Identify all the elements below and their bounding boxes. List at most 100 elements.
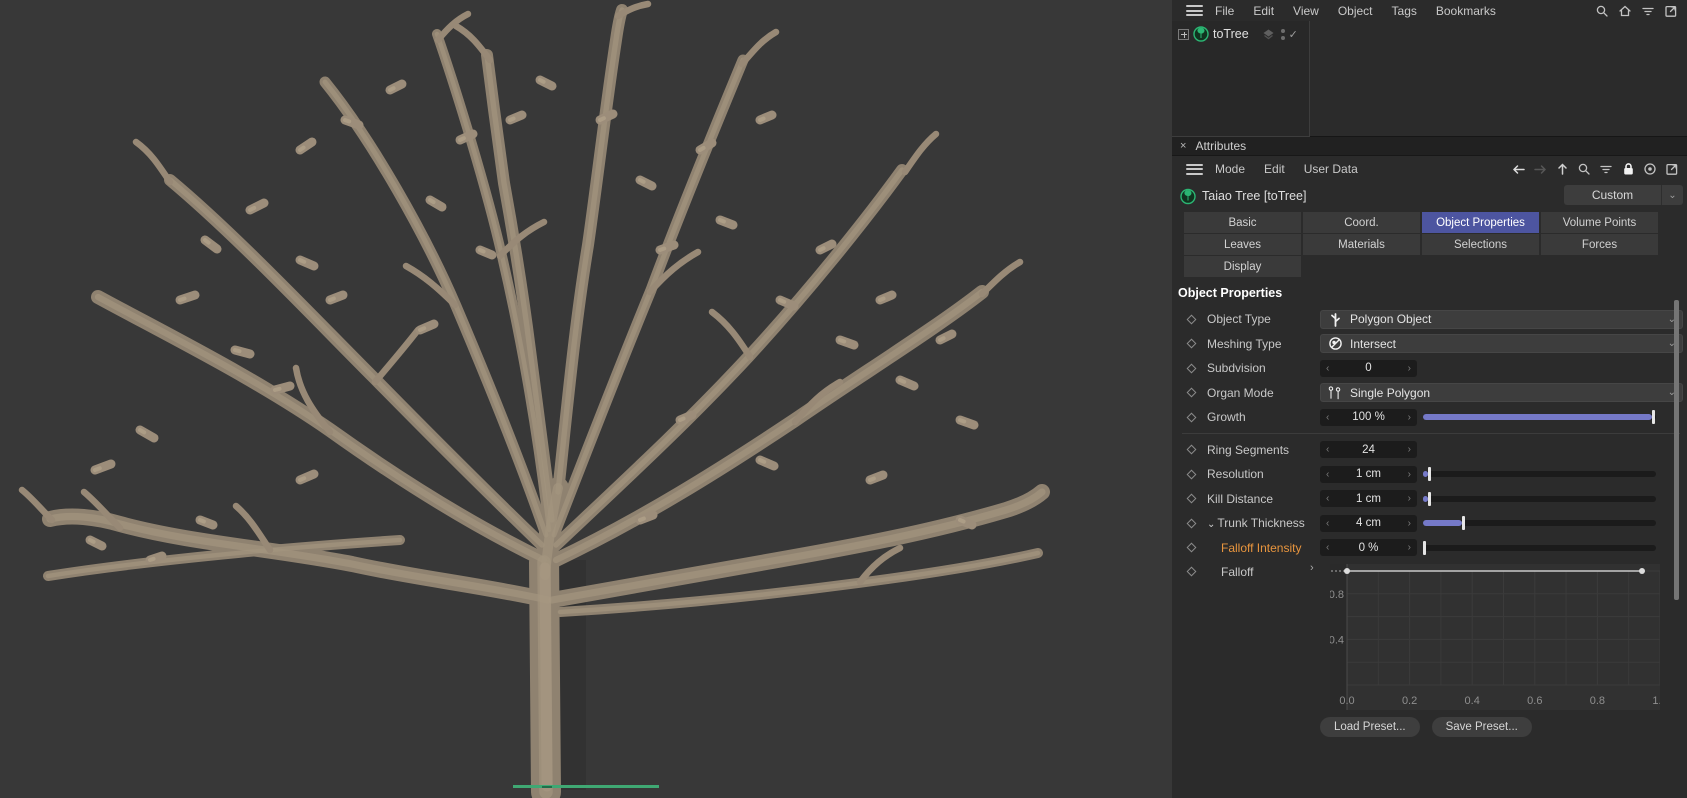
home-icon[interactable]	[1617, 3, 1633, 19]
spinner-falloff-intensity[interactable]: ‹ 0 % ›	[1320, 539, 1417, 556]
spinner-increment[interactable]: ›	[1408, 518, 1411, 529]
spinner-growth[interactable]: ‹ 100 % ›	[1320, 409, 1417, 426]
spinner-resolution[interactable]: ‹ 1 cm ›	[1320, 466, 1417, 483]
load-preset-button[interactable]: Load Preset...	[1320, 717, 1420, 737]
ground-axis-line	[513, 785, 659, 788]
spinner-kill-distance[interactable]: ‹ 1 cm ›	[1320, 490, 1417, 507]
curve-point-start[interactable]	[1344, 568, 1350, 574]
slider-track[interactable]	[1423, 471, 1656, 477]
layers-icon[interactable]	[1261, 26, 1277, 42]
search-icon[interactable]	[1594, 3, 1610, 19]
spinner-increment[interactable]: ›	[1408, 412, 1411, 423]
slider-kill-distance[interactable]	[1423, 492, 1656, 506]
object-label[interactable]: toTree	[1213, 27, 1249, 41]
menu-item-object[interactable]: Object	[1338, 4, 1373, 18]
attributes-scrollbar[interactable]	[1674, 300, 1679, 600]
slider-handle[interactable]	[1428, 492, 1431, 506]
spinner-decrement[interactable]: ‹	[1326, 469, 1329, 480]
spinner-value[interactable]: 0 %	[1359, 542, 1379, 554]
filter-icon[interactable]	[1640, 3, 1656, 19]
spinner-subdvision[interactable]: ‹ 0 ›	[1320, 360, 1417, 377]
organ-icon	[1327, 385, 1343, 401]
spinner-decrement[interactable]: ‹	[1326, 412, 1329, 423]
spinner-value[interactable]: 1 cm	[1356, 468, 1381, 480]
spinner-decrement[interactable]: ‹	[1326, 444, 1329, 455]
spinner-decrement[interactable]: ‹	[1326, 363, 1329, 374]
spinner-increment[interactable]: ›	[1408, 542, 1411, 553]
spinner-decrement[interactable]: ‹	[1326, 542, 1329, 553]
curve-point-end[interactable]	[1639, 568, 1645, 574]
curve-x-tick-label: 0.0	[1339, 695, 1354, 707]
spinner-decrement[interactable]: ‹	[1326, 493, 1329, 504]
tab-volume-points[interactable]: Volume Points	[1541, 212, 1658, 233]
slider-resolution[interactable]	[1423, 467, 1656, 481]
check-icon[interactable]: ✓	[1289, 28, 1298, 41]
target-icon[interactable]	[1642, 161, 1658, 177]
expand-plus-icon[interactable]	[1178, 29, 1189, 40]
spinner-value[interactable]: 100 %	[1352, 411, 1385, 423]
tab-leaves[interactable]: Leaves	[1184, 234, 1301, 255]
save-preset-button[interactable]: Save Preset...	[1432, 717, 1532, 737]
dropdown-object-type[interactable]: Polygon Object⌄	[1320, 310, 1683, 329]
spinner-increment[interactable]: ›	[1408, 469, 1411, 480]
slider-trunk-thickness[interactable]	[1423, 516, 1656, 530]
tab-basic[interactable]: Basic	[1184, 212, 1301, 233]
tab-coord-[interactable]: Coord.	[1303, 212, 1420, 233]
preset-dropdown[interactable]: Custom ⌄	[1564, 185, 1683, 205]
lock-icon[interactable]	[1620, 161, 1636, 177]
slider-falloff-intensity[interactable]	[1423, 541, 1656, 555]
slider-track[interactable]	[1423, 545, 1656, 551]
spinner-increment[interactable]: ›	[1408, 444, 1411, 455]
close-icon[interactable]: ×	[1180, 140, 1186, 152]
tab-object-properties[interactable]: Object Properties	[1422, 212, 1539, 233]
chevron-down-icon[interactable]: ⌄	[1661, 185, 1683, 205]
tab-materials[interactable]: Materials	[1303, 234, 1420, 255]
panel-popout-icon[interactable]	[1663, 3, 1679, 19]
slider-growth[interactable]	[1423, 410, 1656, 424]
panel-popout-icon[interactable]	[1664, 161, 1680, 177]
hamburger-icon[interactable]	[1186, 164, 1203, 175]
arrow-right-icon[interactable]	[1532, 161, 1548, 177]
spinner-value[interactable]: 4 cm	[1356, 517, 1381, 529]
tab-forces[interactable]: Forces	[1541, 234, 1658, 255]
tab-selections[interactable]: Selections	[1422, 234, 1539, 255]
tab-display[interactable]: Display	[1184, 256, 1301, 277]
slider-handle[interactable]	[1428, 467, 1431, 481]
attr-menu-item-edit[interactable]: Edit	[1264, 162, 1285, 176]
spinner-value[interactable]: 0	[1365, 362, 1371, 374]
spinner-trunk-thickness[interactable]: ‹ 4 cm ›	[1320, 515, 1417, 532]
hamburger-icon[interactable]	[1186, 5, 1203, 16]
dropdown-meshing-type[interactable]: Intersect⌄	[1320, 334, 1683, 353]
param-control: ‹ 4 cm ›	[1320, 513, 1683, 533]
arrow-left-icon[interactable]	[1510, 161, 1526, 177]
visibility-dots-icon[interactable]	[1281, 29, 1285, 40]
menu-item-file[interactable]: File	[1215, 4, 1234, 18]
slider-handle[interactable]	[1652, 410, 1655, 424]
search-icon[interactable]	[1576, 161, 1592, 177]
spinner-decrement[interactable]: ‹	[1326, 518, 1329, 529]
expand-chevron-icon[interactable]: ⌄	[1207, 519, 1215, 530]
expander-chevron-icon[interactable]: ›	[1310, 562, 1314, 574]
slider-track[interactable]	[1423, 496, 1656, 502]
menu-item-edit[interactable]: Edit	[1253, 4, 1274, 18]
menu-item-tags[interactable]: Tags	[1392, 4, 1417, 18]
spinner-value[interactable]: 1 cm	[1356, 493, 1381, 505]
spinner-increment[interactable]: ›	[1408, 493, 1411, 504]
falloff-curve-editor[interactable]: 0.80.40.00.20.40.60.81.0	[1330, 564, 1660, 710]
arrow-up-icon[interactable]	[1554, 161, 1570, 177]
menu-item-view[interactable]: View	[1293, 4, 1319, 18]
slider-fill	[1423, 414, 1652, 420]
dropdown-organ-mode[interactable]: Single Polygon⌄	[1320, 383, 1683, 402]
spinner-increment[interactable]: ›	[1408, 363, 1411, 374]
slider-handle[interactable]	[1423, 541, 1426, 555]
viewport-3d[interactable]	[0, 0, 1172, 798]
filter-icon[interactable]	[1598, 161, 1614, 177]
attr-menu-item-user-data[interactable]: User Data	[1304, 162, 1358, 176]
slider-handle[interactable]	[1462, 516, 1465, 530]
spinner-value[interactable]: 24	[1362, 444, 1375, 456]
object-row-totree[interactable]: toTree ✓	[1178, 24, 1298, 44]
object-manager[interactable]: toTree ✓	[1172, 21, 1687, 137]
spinner-ring-segments[interactable]: ‹ 24 ›	[1320, 441, 1417, 458]
menu-item-bookmarks[interactable]: Bookmarks	[1436, 4, 1496, 18]
attr-menu-item-mode[interactable]: Mode	[1215, 162, 1245, 176]
